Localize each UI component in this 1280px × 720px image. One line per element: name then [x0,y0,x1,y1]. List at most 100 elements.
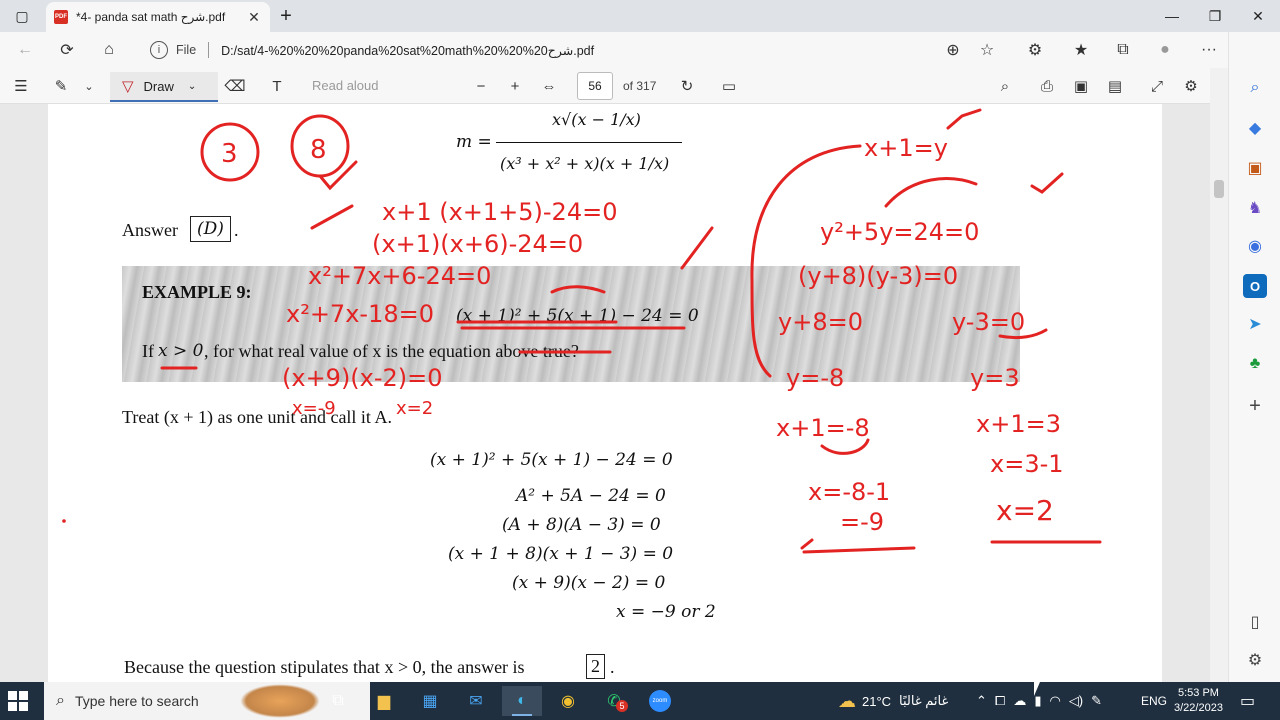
restore-button[interactable]: ❐ [1201,4,1229,28]
example-title: EXAMPLE 9: [142,282,252,302]
read-aloud-button[interactable]: Read aloud [312,78,379,93]
settings-icon[interactable]: ⚙ [1178,74,1204,98]
task-view-icon[interactable]: ⧉ [318,686,358,716]
sidebar-search-icon[interactable]: ⌕ [1243,76,1267,100]
zoom-icon[interactable]: ⊕ [940,38,966,62]
tab-close-icon[interactable]: ✕ [246,9,262,26]
pdf-viewer[interactable]: m = x√(x − 1/x) (x³ + x² + x)(x + 1/x) A… [0,104,1228,682]
eraser-icon[interactable]: ⌫ [222,74,248,98]
whatsapp-icon[interactable]: ✆ 5 [594,686,634,716]
sidebar-outlook-icon[interactable]: O [1243,274,1267,298]
taskbar: ⌕ Type here to search ⧉ ▆ ▦ ✉ ◐ ◉ ✆ 5 zoo… [0,682,1280,720]
page-number-input[interactable]: 56 [577,72,613,100]
more-icon[interactable]: ··· [1196,38,1222,62]
weather-icon: ☁ [838,690,856,711]
minimize-button[interactable]: — [1158,4,1186,28]
pen-tray-icon[interactable]: ✎ [1091,693,1102,709]
url-separator [208,42,210,58]
answer-box: (D) [190,216,231,242]
sidebar-add-icon[interactable]: + [1243,394,1267,418]
volume-icon[interactable]: ◁) [1069,693,1083,709]
rotate-icon[interactable]: ↻ [674,74,700,98]
back-icon[interactable]: ← [12,38,38,62]
wifi-icon[interactable]: ◠ [1049,693,1060,709]
sidebar-tools-icon[interactable]: ▣ [1243,156,1267,180]
tab-pdf[interactable]: PDF *4- panda sat math شرح.pdf ✕ [46,2,270,32]
url-field[interactable]: i File D:/sat/4-%20%20%20panda%20sat%20m… [138,35,1008,65]
save-icon[interactable]: ▣ [1068,74,1094,98]
draw-label: Draw [143,78,174,94]
edge-icon[interactable]: ◐ [502,686,542,716]
notifications-icon[interactable]: ▭ [1240,682,1255,720]
language-indicator[interactable]: ENG [1141,682,1167,720]
answer-period: . [234,220,239,240]
taskbar-search-placeholder: Type here to search [74,693,199,709]
page-view-icon[interactable]: ▭ [716,74,742,98]
site-info-icon[interactable]: i [150,41,168,59]
draw-button[interactable]: ▽ Draw ⌄ [110,72,218,102]
add-text-icon[interactable]: T [264,74,290,98]
conclusion-text: Because the question stipulates that x >… [124,657,525,677]
extensions-icon[interactable]: ⚙ [1022,38,1048,62]
fit-page-icon[interactable]: ⇔ [536,74,562,98]
store-icon[interactable]: ▦ [410,686,450,716]
sidebar-send-icon[interactable]: ➤ [1243,312,1267,336]
contents-icon[interactable]: ☰ [8,74,34,98]
whatsapp-badge: 5 [616,700,628,712]
tray-app-icon[interactable]: ⧠ [995,693,1005,709]
onedrive-icon[interactable]: ☁ [1013,693,1026,709]
step-1: (x + 1)² + 5(x + 1) − 24 = 0 [430,450,673,470]
weather-desc: غائم غالبًا [899,693,949,708]
fullscreen-icon[interactable]: ⤢ [1144,74,1170,98]
reload-icon[interactable]: ⟳ [54,38,80,62]
scrollbar-thumb[interactable] [1214,180,1224,198]
file-explorer-icon[interactable]: ▆ [364,686,404,716]
sidebar-panel-icon[interactable]: ▯ [1243,610,1267,634]
search-icon[interactable]: ⌕ [992,74,1018,98]
chevron-down-icon: ⌄ [187,80,197,92]
question-start: If [142,341,154,361]
tray-chevron-icon[interactable]: ⌃ [976,693,987,709]
profile-icon[interactable]: ● [1152,38,1178,62]
formula-m-label: m = [456,132,492,152]
zoom-app-icon[interactable]: zoom [640,686,680,716]
tab-title: *4- panda sat math شرح.pdf [76,10,226,24]
sidebar-office-icon[interactable]: ◉ [1243,234,1267,258]
file-label: File [176,43,197,57]
add-favorite-icon[interactable]: ☆ [974,38,1000,62]
chrome-icon[interactable]: ◉ [548,686,588,716]
mail-icon[interactable]: ✉ [456,686,496,716]
zoom-out-icon[interactable]: − [468,74,494,98]
tab-actions-icon[interactable]: ▢ [8,4,36,28]
sidebar-shopping-icon[interactable]: ◆ [1243,116,1267,140]
save-as-icon[interactable]: ▤ [1102,74,1128,98]
vertical-scrollbar[interactable] [1210,68,1228,682]
weather-widget[interactable]: ☁ 21°C غائم غالبًا [838,682,948,720]
zoom-in-icon[interactable]: + [502,74,528,98]
search-highlight-art [240,684,320,718]
zoom-logo: zoom [649,690,671,712]
highlight-icon[interactable]: ✎ [48,74,74,98]
title-bar: ▢ PDF *4- panda sat math شرح.pdf ✕ + — ❐… [0,0,1280,32]
active-indicator [512,714,532,716]
sidebar-games-icon[interactable]: ♞ [1243,196,1267,220]
sidebar-settings-icon[interactable]: ⚙ [1243,648,1267,672]
close-window-button[interactable]: ✕ [1244,4,1272,28]
favorites-icon[interactable]: ★ [1068,38,1094,62]
url-text: D:/sat/4-%20%20%20panda%20sat%20math%20%… [221,43,595,58]
collections-icon[interactable]: ⧉ [1110,38,1136,62]
example-equation: (x + 1)² + 5(x + 1) − 24 = 0 [456,306,699,326]
question-text: , for what real value of x is the equati… [204,341,579,361]
mouse-cursor [1034,682,1040,696]
start-button[interactable] [8,691,28,711]
formula-denominator: (x³ + x² + x)(x + 1/x) [500,154,670,173]
highlight-chevron-icon[interactable]: ⌄ [76,74,102,98]
clock[interactable]: 5:53 PM 3/22/2023 [1174,682,1223,720]
new-tab-button[interactable]: + [272,4,300,28]
address-bar: ← ⟳ ⌂ i File D:/sat/4-%20%20%20panda%20s… [0,32,1280,68]
sidebar-tree-icon[interactable]: ♣ [1243,352,1267,376]
home-icon[interactable]: ⌂ [96,38,122,62]
conclusion-period: . [610,657,615,677]
print-icon[interactable]: ⎙ [1034,74,1060,98]
edge-sidebar: ⌕ ◆ ▣ ♞ ◉ O ➤ ♣ + ▯ ⚙ [1228,32,1280,682]
